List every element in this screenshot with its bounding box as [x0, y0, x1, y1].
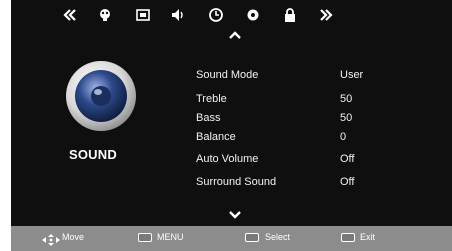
menu-item-auto-volume[interactable]: Auto Volume Off	[196, 153, 446, 167]
menu-item-treble[interactable]: Treble 50	[196, 93, 446, 107]
help-bar: Move MENU Select Exit	[11, 226, 452, 251]
move-label: Move	[62, 232, 85, 242]
menu-item-surround-sound[interactable]: Surround Sound Off	[196, 176, 446, 190]
menu-item-value: 50	[340, 112, 353, 124]
option-icon[interactable]	[245, 7, 261, 23]
menu-item-label: Bass	[196, 112, 221, 124]
menu-item-label: Treble	[196, 93, 227, 105]
menu-item-label: Surround Sound	[196, 176, 277, 188]
menu-item-sound-mode[interactable]: Sound Mode User	[196, 69, 446, 83]
chevron-left-icon[interactable]	[62, 7, 78, 23]
tv-menu-screen: SOUND Sound Mode User Treble 50 Bass 50 …	[11, 0, 452, 251]
menu-item-value: Off	[340, 176, 355, 188]
section-title: SOUND	[69, 147, 117, 162]
menu-item-label: Auto Volume	[196, 153, 259, 165]
exit-label: Exit	[360, 232, 376, 242]
speaker-icon	[65, 60, 137, 132]
menu-item-label: Balance	[196, 131, 236, 143]
chevron-right-icon[interactable]	[318, 7, 334, 23]
picture-icon[interactable]	[97, 7, 113, 23]
menu-item-bass[interactable]: Bass 50	[196, 112, 446, 126]
menu-item-value: 50	[340, 93, 353, 105]
menu-item-value: Off	[340, 153, 355, 165]
dpad-icon	[42, 233, 60, 251]
speaker-icon[interactable]	[170, 7, 186, 23]
menu-item-label: Sound Mode	[196, 69, 259, 81]
scroll-up-icon[interactable]	[228, 27, 242, 39]
menu-label: MENU	[157, 232, 184, 242]
menu-item-value: User	[340, 69, 364, 81]
scroll-down-icon[interactable]	[228, 207, 242, 219]
select-label: Select	[265, 232, 291, 242]
exit-key-icon	[341, 233, 355, 242]
menu-item-balance[interactable]: Balance 0	[196, 131, 446, 145]
ok-key-icon	[245, 233, 259, 242]
menu-item-value: 0	[340, 131, 347, 143]
menu-key-icon	[138, 233, 152, 242]
clock-icon[interactable]	[208, 7, 224, 23]
lock-icon[interactable]	[282, 7, 298, 23]
screen-icon[interactable]	[135, 7, 151, 23]
